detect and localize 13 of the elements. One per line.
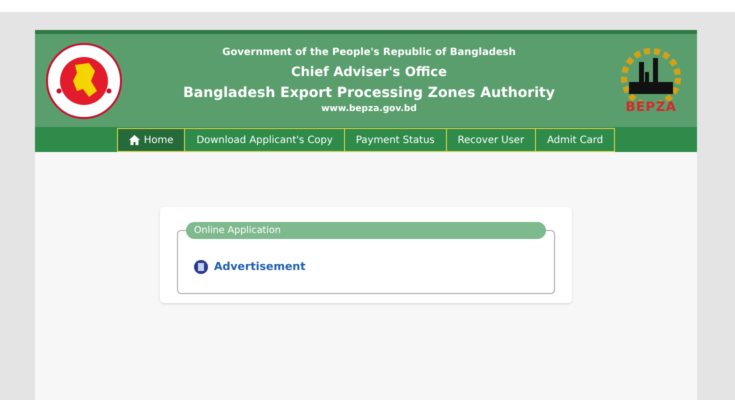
authority-title: Bangladesh Export Processing Zones Authority	[183, 84, 555, 103]
nav-tab[interactable]: Recover User	[446, 128, 536, 152]
website-text: www.bepza.gov.bd	[321, 103, 417, 115]
pdf-icon	[194, 260, 208, 274]
nav-tab[interactable]: Home	[116, 128, 186, 152]
nav-tab[interactable]: Payment Status	[344, 128, 447, 152]
fieldset-legend: Online Application	[186, 222, 546, 239]
government-title: Government of the People's Republic of Bangladesh	[222, 46, 516, 60]
nav-tab[interactable]: Download Applicant's Copy	[185, 128, 345, 152]
nav-tab[interactable]: Admit Card	[536, 128, 616, 152]
advertisement-link[interactable]: Advertisement	[194, 259, 554, 276]
home-icon	[128, 135, 140, 145]
office-title: Chief Adviser's Office	[291, 64, 447, 82]
